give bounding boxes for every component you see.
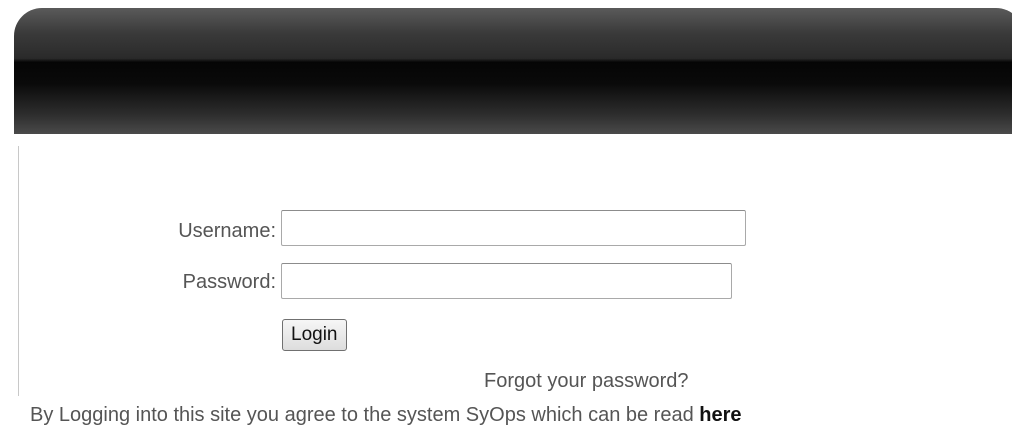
password-label-container: Password:	[80, 271, 276, 311]
password-label: Password:	[182, 271, 276, 293]
header-banner	[14, 8, 1012, 134]
forgot-password-link[interactable]: Forgot your password?	[484, 370, 689, 393]
content-divider	[18, 146, 19, 396]
username-label-container: Username:	[80, 220, 276, 260]
syops-notice-text: By Logging into this site you agree to t…	[30, 404, 700, 426]
login-page: Username: Password: Login Forgot your pa…	[0, 0, 1012, 442]
username-label: Username:	[178, 220, 276, 242]
syops-notice: By Logging into this site you agree to t…	[30, 404, 742, 427]
login-button[interactable]: Login	[282, 319, 347, 351]
username-input[interactable]	[281, 210, 746, 246]
password-input[interactable]	[281, 263, 732, 299]
syops-here-link[interactable]: here	[699, 404, 741, 426]
